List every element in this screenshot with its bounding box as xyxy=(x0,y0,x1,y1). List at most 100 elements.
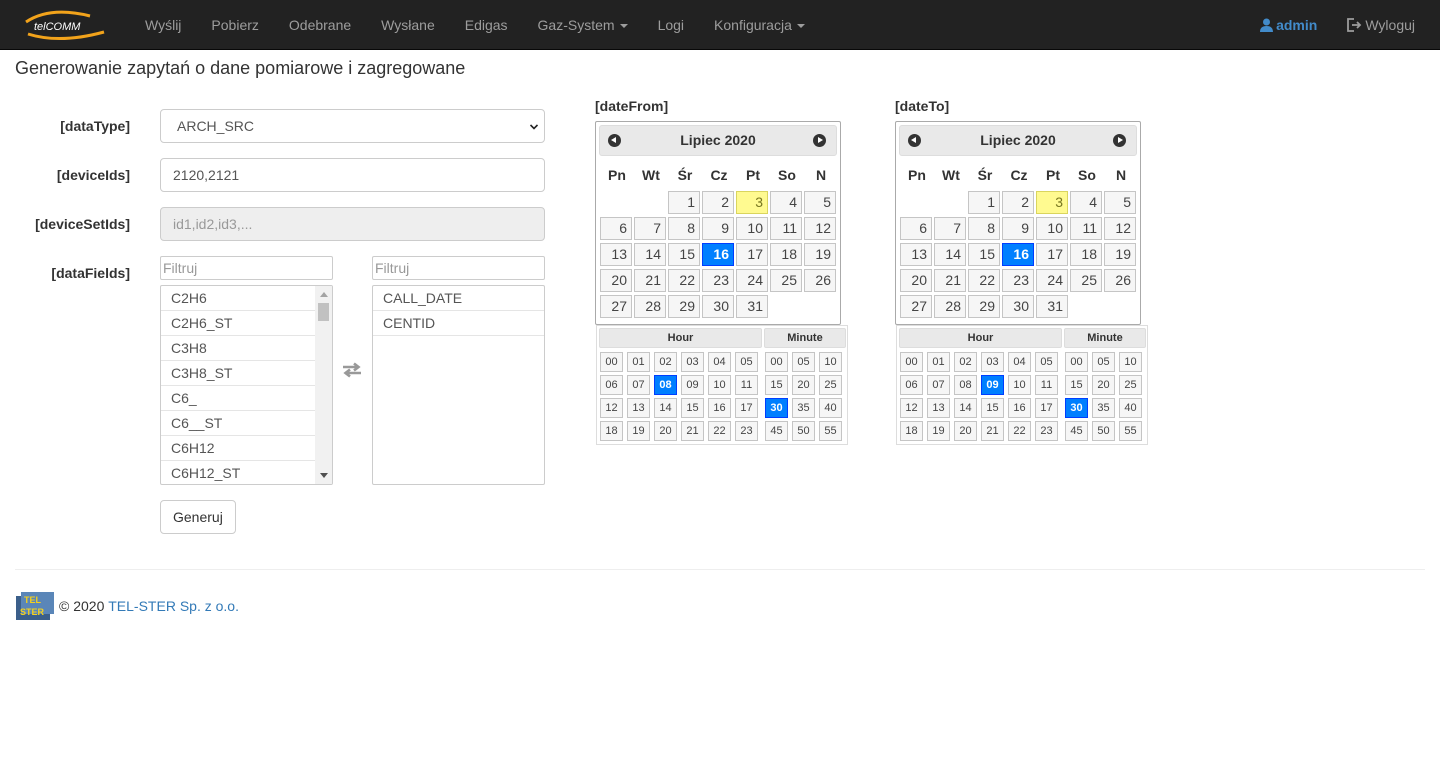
minute-cell[interactable]: 50 xyxy=(792,421,815,441)
nav-gaz-system-dropdown[interactable]: Gaz-System xyxy=(523,0,643,50)
nav-wyslane[interactable]: Wysłane xyxy=(366,0,450,50)
list-item[interactable]: C6H12 xyxy=(161,436,332,461)
calendar-day[interactable]: 11 xyxy=(770,217,802,240)
calendar-day[interactable]: 8 xyxy=(668,217,700,240)
selected-filter-input[interactable]: Filtruj xyxy=(372,256,545,280)
hour-cell[interactable]: 23 xyxy=(735,421,758,441)
calendar-day[interactable]: 20 xyxy=(600,269,632,292)
calendar-day[interactable]: 7 xyxy=(634,217,666,240)
calendar-day[interactable]: 17 xyxy=(1036,243,1068,266)
next-month-icon[interactable] xyxy=(1113,134,1126,147)
hour-cell[interactable]: 00 xyxy=(600,352,623,372)
minute-cell[interactable]: 00 xyxy=(765,352,788,372)
nav-edigas[interactable]: Edigas xyxy=(450,0,523,50)
calendar-day[interactable]: 16 xyxy=(1002,243,1034,266)
calendar-day[interactable]: 25 xyxy=(1070,269,1102,292)
hour-cell[interactable]: 10 xyxy=(708,375,731,395)
hour-cell[interactable]: 01 xyxy=(627,352,650,372)
calendar-day[interactable]: 30 xyxy=(702,295,734,318)
minute-cell[interactable]: 30 xyxy=(765,398,788,418)
hour-cell[interactable]: 13 xyxy=(927,398,950,418)
calendar-day[interactable]: 14 xyxy=(634,243,666,266)
deviceids-input[interactable]: 2120,2121 xyxy=(160,158,545,192)
calendar-day[interactable]: 21 xyxy=(934,269,966,292)
calendar-day[interactable]: 19 xyxy=(1104,243,1136,266)
scroll-down-icon[interactable] xyxy=(320,473,328,478)
calendar-day[interactable]: 17 xyxy=(736,243,768,266)
telcomm-logo[interactable]: telCOMM xyxy=(20,8,110,44)
calendar-day[interactable]: 25 xyxy=(770,269,802,292)
hour-cell[interactable]: 16 xyxy=(1008,398,1031,418)
calendar-day[interactable]: 6 xyxy=(900,217,932,240)
list-item[interactable]: C6__ST xyxy=(161,411,332,436)
minute-cell[interactable]: 20 xyxy=(1092,375,1115,395)
calendar-day[interactable]: 18 xyxy=(1070,243,1102,266)
minute-cell[interactable]: 45 xyxy=(1065,421,1088,441)
hour-cell[interactable]: 18 xyxy=(900,421,923,441)
minute-cell[interactable]: 50 xyxy=(1092,421,1115,441)
nav-logi[interactable]: Logi xyxy=(643,0,699,50)
scroll-up-icon[interactable] xyxy=(320,292,328,297)
calendar-day[interactable]: 29 xyxy=(968,295,1000,318)
hour-cell[interactable]: 04 xyxy=(1008,352,1031,372)
hour-cell[interactable]: 09 xyxy=(981,375,1004,395)
hour-cell[interactable]: 15 xyxy=(681,398,704,418)
nav-konfiguracja-dropdown[interactable]: Konfiguracja xyxy=(699,0,820,50)
minute-cell[interactable]: 35 xyxy=(792,398,815,418)
minute-cell[interactable]: 30 xyxy=(1065,398,1088,418)
hour-cell[interactable]: 19 xyxy=(927,421,950,441)
calendar-day[interactable]: 15 xyxy=(968,243,1000,266)
calendar-day[interactable]: 20 xyxy=(900,269,932,292)
calendar-day[interactable]: 24 xyxy=(736,269,768,292)
minute-cell[interactable]: 40 xyxy=(819,398,842,418)
calendar-day[interactable]: 4 xyxy=(770,191,802,214)
calendar-day[interactable]: 31 xyxy=(1036,295,1068,318)
hour-cell[interactable]: 07 xyxy=(627,375,650,395)
list-item[interactable]: C6_ xyxy=(161,386,332,411)
calendar-day[interactable]: 2 xyxy=(1002,191,1034,214)
hour-cell[interactable]: 05 xyxy=(1035,352,1058,372)
list-item[interactable]: C6H12_ST xyxy=(161,461,332,484)
calendar-day[interactable]: 2 xyxy=(702,191,734,214)
hour-cell[interactable]: 11 xyxy=(1035,375,1058,395)
hour-cell[interactable]: 23 xyxy=(1035,421,1058,441)
hour-cell[interactable]: 11 xyxy=(735,375,758,395)
list-scrollbar[interactable] xyxy=(315,286,332,484)
hour-cell[interactable]: 06 xyxy=(900,375,923,395)
hour-cell[interactable]: 12 xyxy=(900,398,923,418)
hour-cell[interactable]: 05 xyxy=(735,352,758,372)
minute-cell[interactable]: 10 xyxy=(819,352,842,372)
hour-cell[interactable]: 22 xyxy=(708,421,731,441)
calendar-day[interactable]: 12 xyxy=(1104,217,1136,240)
calendar-day[interactable]: 9 xyxy=(702,217,734,240)
hour-cell[interactable]: 00 xyxy=(900,352,923,372)
calendar-day[interactable]: 4 xyxy=(1070,191,1102,214)
hour-cell[interactable]: 16 xyxy=(708,398,731,418)
hour-cell[interactable]: 08 xyxy=(954,375,977,395)
scroll-thumb[interactable] xyxy=(318,303,329,321)
hour-cell[interactable]: 03 xyxy=(681,352,704,372)
hour-cell[interactable]: 02 xyxy=(954,352,977,372)
hour-cell[interactable]: 02 xyxy=(654,352,677,372)
minute-cell[interactable]: 55 xyxy=(819,421,842,441)
list-item[interactable]: CALL_DATE xyxy=(373,286,544,311)
hour-cell[interactable]: 07 xyxy=(927,375,950,395)
calendar-day[interactable]: 5 xyxy=(804,191,836,214)
hour-cell[interactable]: 03 xyxy=(981,352,1004,372)
hour-cell[interactable]: 08 xyxy=(654,375,677,395)
generate-button[interactable]: Generuj xyxy=(160,500,236,534)
calendar-day[interactable]: 3 xyxy=(736,191,768,214)
minute-cell[interactable]: 40 xyxy=(1119,398,1142,418)
hour-cell[interactable]: 21 xyxy=(681,421,704,441)
calendar-day[interactable]: 3 xyxy=(1036,191,1068,214)
calendar-day[interactable]: 22 xyxy=(968,269,1000,292)
calendar-day[interactable]: 10 xyxy=(736,217,768,240)
hour-cell[interactable]: 09 xyxy=(681,375,704,395)
calendar-day[interactable]: 21 xyxy=(634,269,666,292)
calendar-day[interactable]: 6 xyxy=(600,217,632,240)
hour-cell[interactable]: 19 xyxy=(627,421,650,441)
available-fields-list[interactable]: C2H6 C2H6_ST C3H8 C3H8_ST C6_ C6__ST C6H… xyxy=(160,285,333,485)
calendar-day[interactable]: 27 xyxy=(900,295,932,318)
minute-cell[interactable]: 10 xyxy=(1119,352,1142,372)
calendar-day[interactable]: 30 xyxy=(1002,295,1034,318)
